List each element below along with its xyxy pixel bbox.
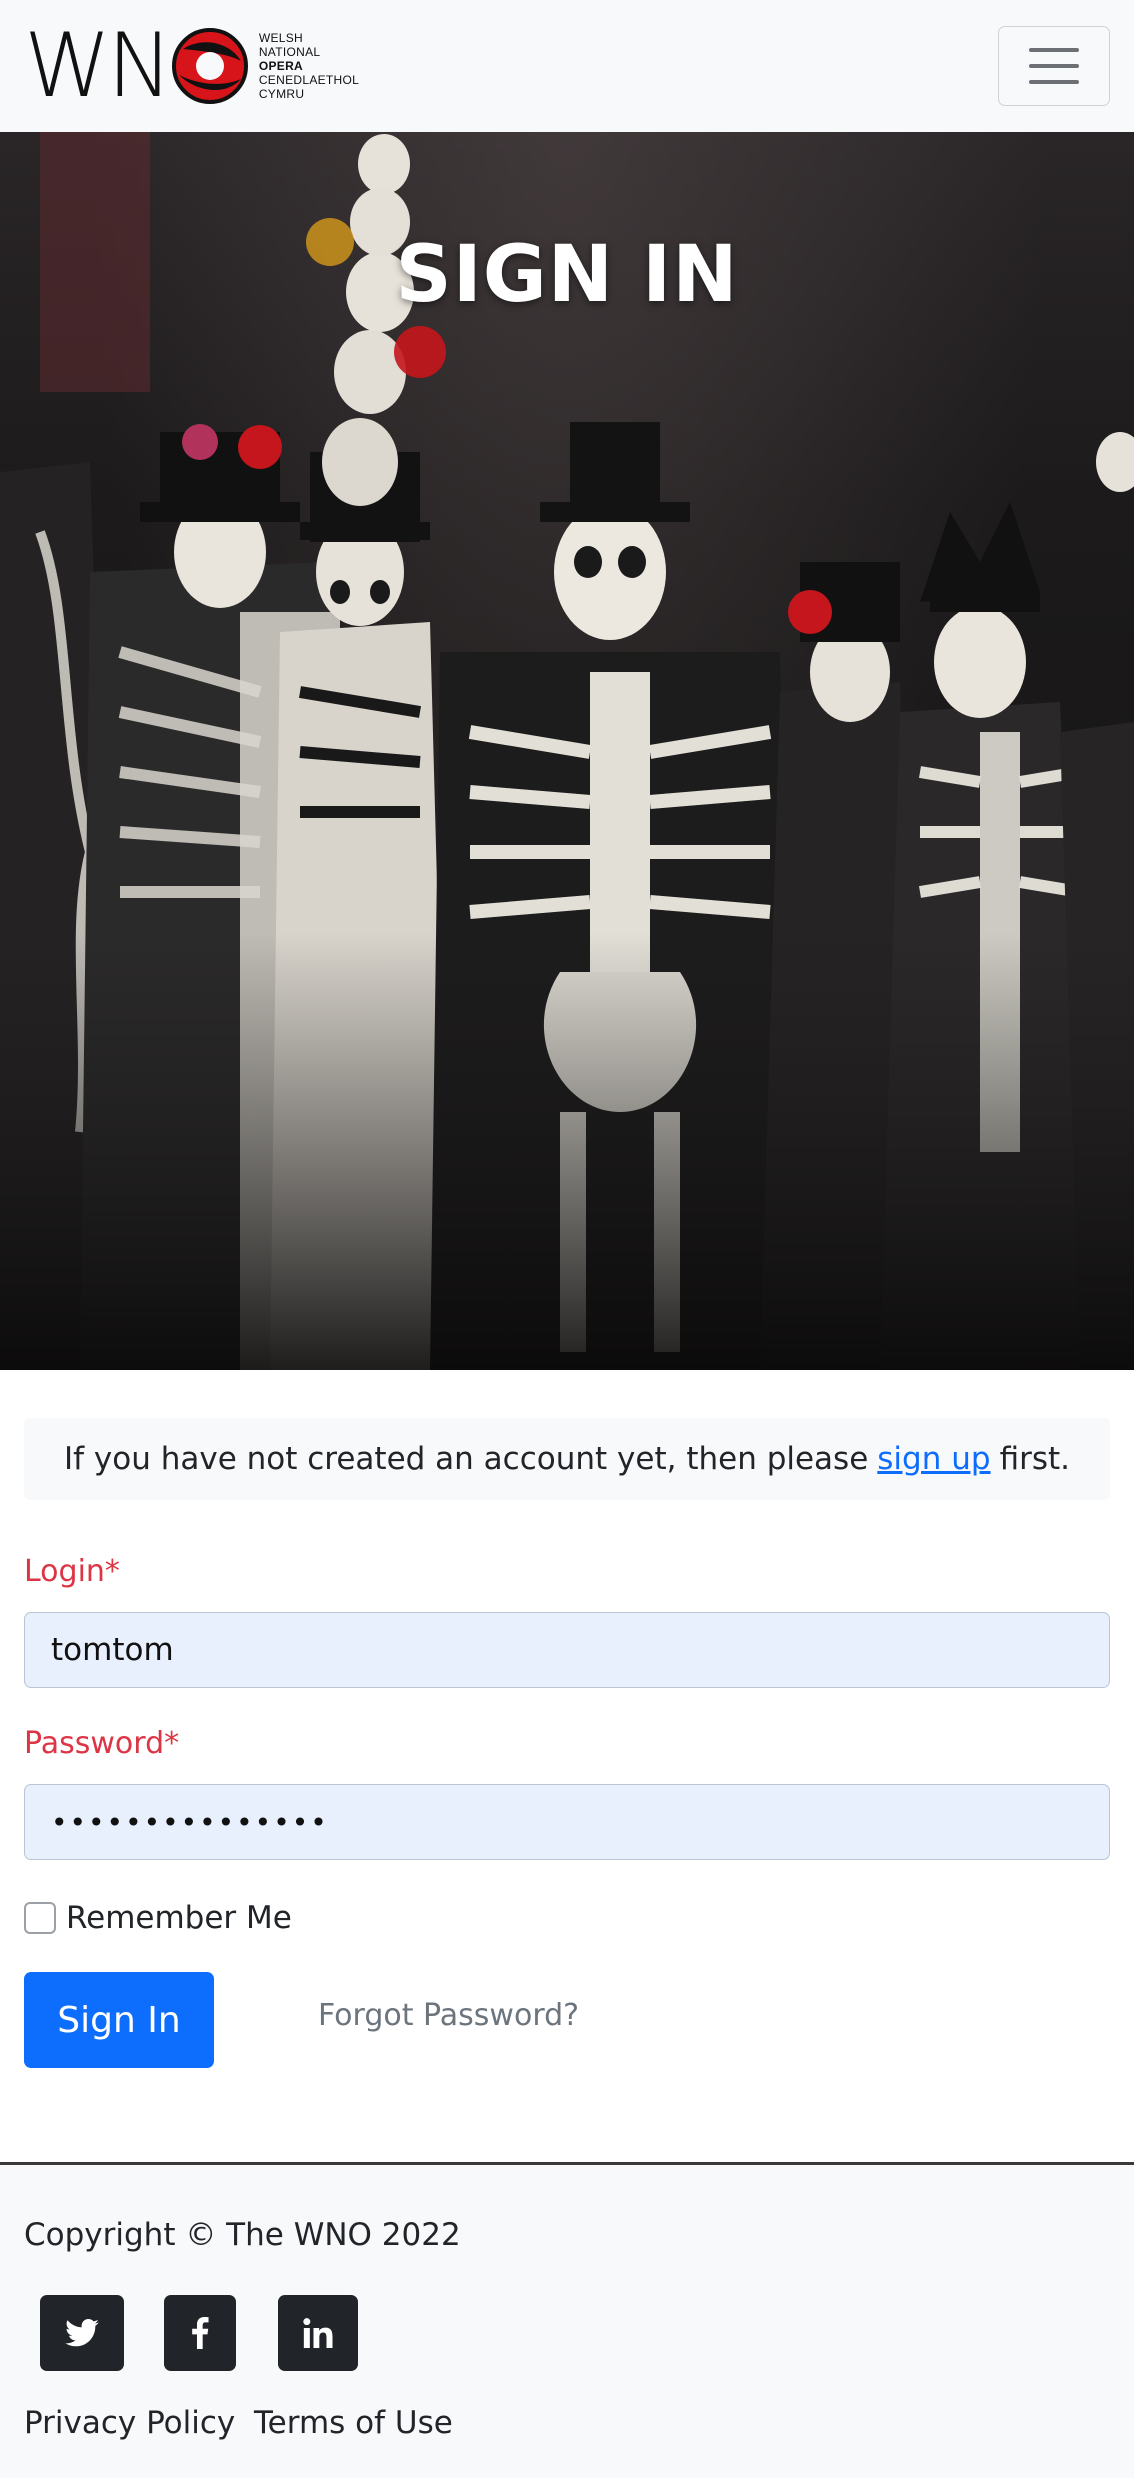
login-input-value: tomtom — [51, 1632, 174, 1668]
linkedin-icon — [303, 2318, 333, 2348]
password-input[interactable]: ••••••••••••••• — [24, 1784, 1110, 1860]
page: WN WELSH NATIONAL OPERA CENEDLAETHOL CYM… — [0, 0, 1134, 2478]
logo-o-icon — [171, 27, 249, 105]
notice-suffix: first. — [999, 1441, 1070, 1477]
signup-notice: If you have not created an account yet, … — [24, 1418, 1110, 1500]
linkedin-button[interactable] — [278, 2295, 358, 2371]
login-label: Login* — [24, 1554, 120, 1589]
twitter-button[interactable] — [40, 2295, 124, 2371]
logo-text: WELSH NATIONAL OPERA CENEDLAETHOL CYMRU — [259, 31, 359, 101]
password-label: Password* — [24, 1726, 180, 1761]
wno-logo[interactable]: WN WELSH NATIONAL OPERA CENEDLAETHOL CYM… — [24, 14, 364, 117]
logo-line-cenedlaethol: CENEDLAETHOL — [258, 73, 360, 87]
menu-toggle-button[interactable] — [998, 26, 1110, 106]
remember-me-label: Remember Me — [66, 1900, 292, 1936]
logo-line-welsh: WELSH — [258, 31, 304, 45]
sign-in-button[interactable]: Sign In — [24, 1972, 214, 2068]
notice-text: If you have not created an account yet, … — [63, 1441, 869, 1477]
logo-line-national: NATIONAL — [258, 45, 321, 59]
footer: Copyright © The WNO 2022 Privacy Policy … — [0, 2165, 1134, 2478]
password-input-value: ••••••••••••••• — [51, 1805, 329, 1839]
privacy-policy-link[interactable]: Privacy Policy — [24, 2405, 235, 2441]
facebook-button[interactable] — [164, 2295, 236, 2371]
hero-banner: SIGN IN — [0, 132, 1134, 1370]
terms-of-use-link[interactable]: Terms of Use — [254, 2405, 453, 2441]
page-title: SIGN IN — [395, 230, 739, 320]
logo-letters: WN — [24, 14, 173, 117]
logo-line-opera: OPERA — [258, 59, 304, 73]
forgot-password-link[interactable]: Forgot Password? — [318, 1998, 579, 2033]
remember-me-checkbox[interactable] — [24, 1902, 56, 1934]
navbar: WN WELSH NATIONAL OPERA CENEDLAETHOL CYM… — [0, 0, 1134, 132]
logo-line-cymru: CYMRU — [258, 87, 305, 101]
copyright-text: Copyright © The WNO 2022 — [24, 2217, 461, 2253]
facebook-icon — [192, 2317, 209, 2349]
twitter-icon — [65, 2319, 99, 2347]
signin-form-section: If you have not created an account yet, … — [0, 1370, 1134, 2162]
sign-up-link[interactable]: sign up — [877, 1441, 990, 1477]
hamburger-icon — [1029, 42, 1079, 90]
logo-mark: WN — [24, 14, 249, 117]
login-input[interactable]: tomtom — [24, 1612, 1110, 1688]
remember-me-row[interactable]: Remember Me — [24, 1898, 292, 1938]
